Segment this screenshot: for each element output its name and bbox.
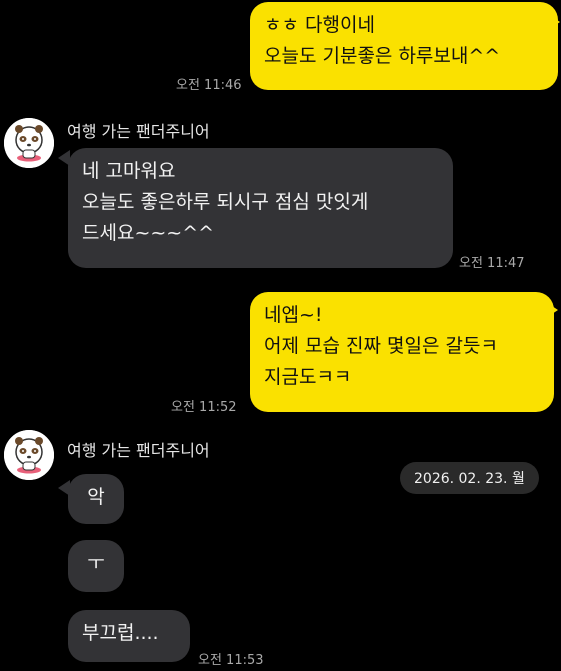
message-time: 오전 11:47 [459, 256, 525, 271]
their-message-bubble[interactable]: 네 고마워요 오늘도 좋은하루 되시구 점심 맛잇게 드세요~~~^^ [68, 148, 453, 268]
panda-avatar-icon [4, 118, 54, 168]
sender-name: 여행 가는 팬더주니어 [67, 122, 210, 141]
date-divider: 2026. 02. 23. 월 [400, 462, 539, 494]
panda-avatar-icon [4, 430, 54, 480]
message-time: 오전 11:52 [171, 400, 237, 415]
sender-avatar[interactable] [4, 430, 54, 480]
sender-avatar[interactable] [4, 118, 54, 168]
message-time: 오전 11:53 [198, 653, 264, 668]
their-message-bubble[interactable]: 부끄럽.... [68, 610, 190, 662]
message-time: 오전 11:46 [176, 78, 242, 93]
sender-name: 여행 가는 팬더주니어 [67, 441, 210, 460]
my-message-bubble[interactable]: ㅎㅎ 다행이네 오늘도 기분좋은 하루보내^^ [250, 2, 558, 90]
their-message-bubble[interactable]: ㅜ [68, 540, 124, 592]
bubble-tail [58, 480, 70, 496]
bubble-tail [546, 302, 558, 318]
bubble-tail [548, 14, 560, 30]
bubble-tail [58, 150, 70, 166]
their-message-bubble[interactable]: 악 [68, 474, 124, 524]
my-message-bubble[interactable]: 네엡~! 어제 모습 진짜 몇일은 갈듯ㅋ 지금도ㅋㅋ [250, 292, 554, 412]
